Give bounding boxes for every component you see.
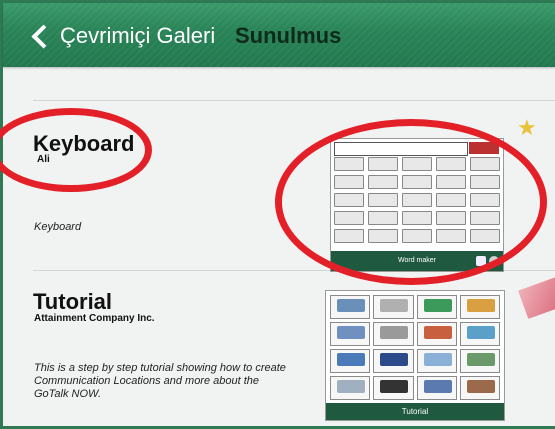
tile-image <box>423 353 452 366</box>
picture-tile <box>373 322 414 346</box>
chevron-left-icon <box>31 23 56 49</box>
tile-image <box>466 326 495 339</box>
picture-tile <box>416 322 457 346</box>
item-description: Keyboard <box>34 221 82 233</box>
picture-tile <box>330 295 371 319</box>
picture-tile <box>459 295 500 319</box>
picture-tile <box>330 376 371 400</box>
picture-tile <box>416 349 457 373</box>
tutorial-thumbnail[interactable]: Tutorial <box>325 290 505 421</box>
thumbnail-bar: Tutorial <box>326 403 504 420</box>
divider <box>33 100 555 101</box>
picture-tile <box>459 376 500 400</box>
tile-image <box>380 380 409 393</box>
annotation-circle <box>275 119 547 285</box>
page-title: Sunulmus <box>235 23 342 48</box>
back-button[interactable]: Çevrimiçi Galeri <box>31 22 215 50</box>
picture-tile <box>459 322 500 346</box>
tile-image <box>423 299 452 312</box>
item-description: This is a step by step tutorial showing … <box>34 362 286 400</box>
tile-image <box>466 380 495 393</box>
tile-image <box>337 299 365 312</box>
nav-bar: Çevrimiçi Galeri Sunulmus <box>3 3 555 67</box>
picture-tile <box>416 376 457 400</box>
picture-tile <box>330 349 371 373</box>
picture-tile <box>373 376 414 400</box>
back-label: Çevrimiçi Galeri <box>60 23 216 48</box>
tile-image <box>380 353 409 366</box>
picture-tile <box>416 295 457 319</box>
picture-grid <box>330 295 500 400</box>
tile-image <box>337 380 365 393</box>
picture-tile <box>373 349 414 373</box>
item-title: Tutorial <box>33 289 113 314</box>
star-icon[interactable]: ★ <box>517 117 537 139</box>
tile-image <box>466 353 495 366</box>
tile-image <box>337 326 365 339</box>
thumbnail-bar-label: Tutorial <box>401 407 429 416</box>
picture-tile <box>373 295 414 319</box>
picture-tile <box>330 322 371 346</box>
tile-image <box>380 299 409 312</box>
item-author: Attainment Company Inc. <box>34 313 155 324</box>
tile-image <box>380 326 409 339</box>
tile-image <box>423 380 452 393</box>
tile-image <box>466 299 495 312</box>
picture-tile <box>459 349 500 373</box>
tile-image <box>423 326 452 339</box>
tile-image <box>337 353 365 366</box>
